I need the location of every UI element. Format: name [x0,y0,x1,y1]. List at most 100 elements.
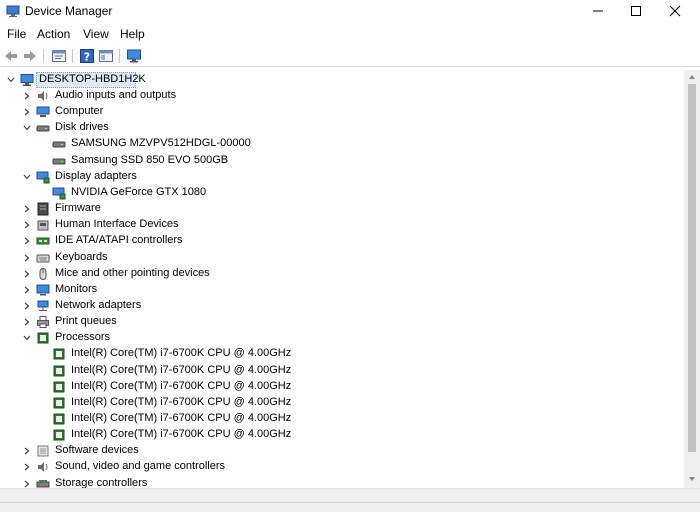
tree-category[interactable]: Monitors [0,282,684,298]
tree-item-label: Intel(R) Core(TM) i7-6700K CPU @ 4.00GHz [71,347,292,360]
tree-item-label: SAMSUNG MZVPV512HDGL-00000 [71,137,251,150]
chevron-down-icon[interactable] [22,172,32,182]
svg-text:?: ? [84,51,90,64]
tree-category[interactable]: Storage controllers [0,476,684,488]
tree-item-label: Intel(R) Core(TM) i7-6700K CPU @ 4.00GHz [71,412,292,424]
tree-category[interactable]: Computer [0,104,684,120]
tree-item-label: Firmware [55,202,101,215]
tree-item-label: Intel(R) Core(TM) i7-6700K CPU @ 4.00GHz [71,363,292,376]
tree-category[interactable]: Mice and other pointing devices [0,266,684,282]
tree-category[interactable]: Software devices [0,443,684,459]
vertical-scrollbar[interactable] [684,70,700,488]
computer-screen-icon [127,49,141,63]
tree-category[interactable]: Audio inputs and outputs [0,88,684,104]
toolbar-separator [43,49,44,63]
tree-item-label: Intel(R) Core(TM) i7-6700K CPU @ 4.00GHz [71,428,292,441]
tree-root[interactable]: DESKTOP-HBD1H2K [0,72,684,88]
tree-device[interactable]: SAMSUNG MZVPV512HDGL-00000 [0,136,684,152]
window-title: Device Manager [25,4,113,18]
tree-item-label: Intel(R) Core(TM) i7-6700K CPU @ 4.00GHz [71,379,292,392]
back-button[interactable] [2,47,20,65]
chevron-right-icon[interactable] [22,269,32,279]
chevron-right-icon[interactable] [22,204,32,214]
menu-view[interactable]: View [83,27,109,41]
printer-icon [37,316,49,329]
menu-help[interactable]: Help [120,27,145,41]
horizontal-scrollbar[interactable] [0,488,700,502]
tree-item-label: Disk drives [55,121,109,134]
scroll-up-icon[interactable] [688,73,696,81]
chevron-right-icon[interactable] [22,220,32,230]
close-button[interactable] [656,0,694,22]
tree-item-label: Network adapters [55,298,142,311]
tree-category[interactable]: Print queues [0,314,684,330]
tree-device[interactable]: Intel(R) Core(TM) i7-6700K CPU @ 4.00GHz [0,427,684,443]
tree-item-label: Intel(R) Core(TM) i7-6700K CPU @ 4.00GHz [71,395,292,408]
tree-category[interactable]: Processors [0,330,684,346]
tree-device[interactable]: Intel(R) Core(TM) i7-6700K CPU @ 4.00GHz [0,379,684,395]
tree-category[interactable]: Display adapters [0,169,684,185]
speaker-icon [38,462,48,473]
chevron-right-icon[interactable] [22,236,32,246]
maximize-button[interactable] [617,0,655,22]
computer-icon [20,74,34,86]
chevron-right-icon[interactable] [22,446,32,456]
properties-button[interactable] [50,47,68,65]
keyboard-icon [36,254,50,262]
title-bar[interactable]: Device Manager [0,0,700,22]
tree-category[interactable]: Disk drives [0,120,684,136]
tree-item-label: Display adapters [55,169,137,182]
scan-hardware-button[interactable] [125,47,143,65]
forward-arrow-icon [24,51,36,61]
chevron-down-icon[interactable] [22,123,32,133]
chevron-right-icon[interactable] [22,253,32,263]
menu-file[interactable]: File [7,27,26,41]
tree-device[interactable]: NVIDIA GeForce GTX 1080 [0,185,684,201]
forward-button[interactable] [21,47,39,65]
scroll-thumb[interactable] [688,84,696,452]
tree-item-label: Software devices [55,444,139,457]
network-adapter-icon [37,300,49,311]
tree-category[interactable]: Firmware [0,201,684,217]
device-tree[interactable]: DESKTOP-HBD1H2K Audio inputs and outputs… [0,70,684,488]
chevron-right-icon[interactable] [22,285,32,295]
display-adapter-icon [52,187,66,200]
mouse-icon [39,267,47,280]
chevron-right-icon[interactable] [22,107,32,117]
hid-icon [37,220,49,231]
tree-device[interactable]: Intel(R) Core(TM) i7-6700K CPU @ 4.00GHz [0,411,684,427]
tree-item-label: Audio inputs and outputs [55,89,177,101]
storage-controller-icon [36,479,50,488]
tree-category[interactable]: Sound, video and game controllers [0,459,684,475]
chevron-right-icon[interactable] [22,301,32,311]
help-button[interactable]: ? [78,47,96,65]
tree-category[interactable]: Keyboards [0,250,684,266]
tree-item-label: Mice and other pointing devices [55,266,210,279]
disk-drive-icon [36,125,50,132]
tree-device[interactable]: Samsung SSD 850 EVO 500GB [0,153,684,169]
firmware-icon [37,202,49,216]
processor-icon [53,365,65,377]
tree-device[interactable]: Intel(R) Core(TM) i7-6700K CPU @ 4.00GHz [0,363,684,379]
tree-category[interactable]: IDE ATA/ATAPI controllers [0,233,684,249]
chevron-right-icon[interactable] [22,91,32,101]
tree-item-label: Print queues [55,315,117,328]
tree-category[interactable]: Human Interface Devices [0,217,684,233]
processor-icon [53,397,65,409]
show-hide-button[interactable] [97,47,115,65]
chevron-right-icon[interactable] [22,462,32,472]
tree-item-label: Sound, video and game controllers [55,460,225,473]
menu-action[interactable]: Action [37,27,70,41]
software-device-icon [37,445,49,457]
scroll-down-icon[interactable] [688,475,696,483]
chevron-down-icon[interactable] [22,333,32,343]
close-icon [669,5,681,17]
chevron-right-icon[interactable] [22,479,32,488]
tree-category[interactable]: Network adapters [0,298,684,314]
chevron-right-icon[interactable] [22,317,32,327]
tree-device[interactable]: Intel(R) Core(TM) i7-6700K CPU @ 4.00GHz [0,346,684,362]
minimize-button[interactable] [579,0,617,22]
disk-drive-icon [52,141,66,148]
tree-device[interactable]: Intel(R) Core(TM) i7-6700K CPU @ 4.00GHz [0,395,684,411]
chevron-down-icon[interactable] [6,75,16,85]
